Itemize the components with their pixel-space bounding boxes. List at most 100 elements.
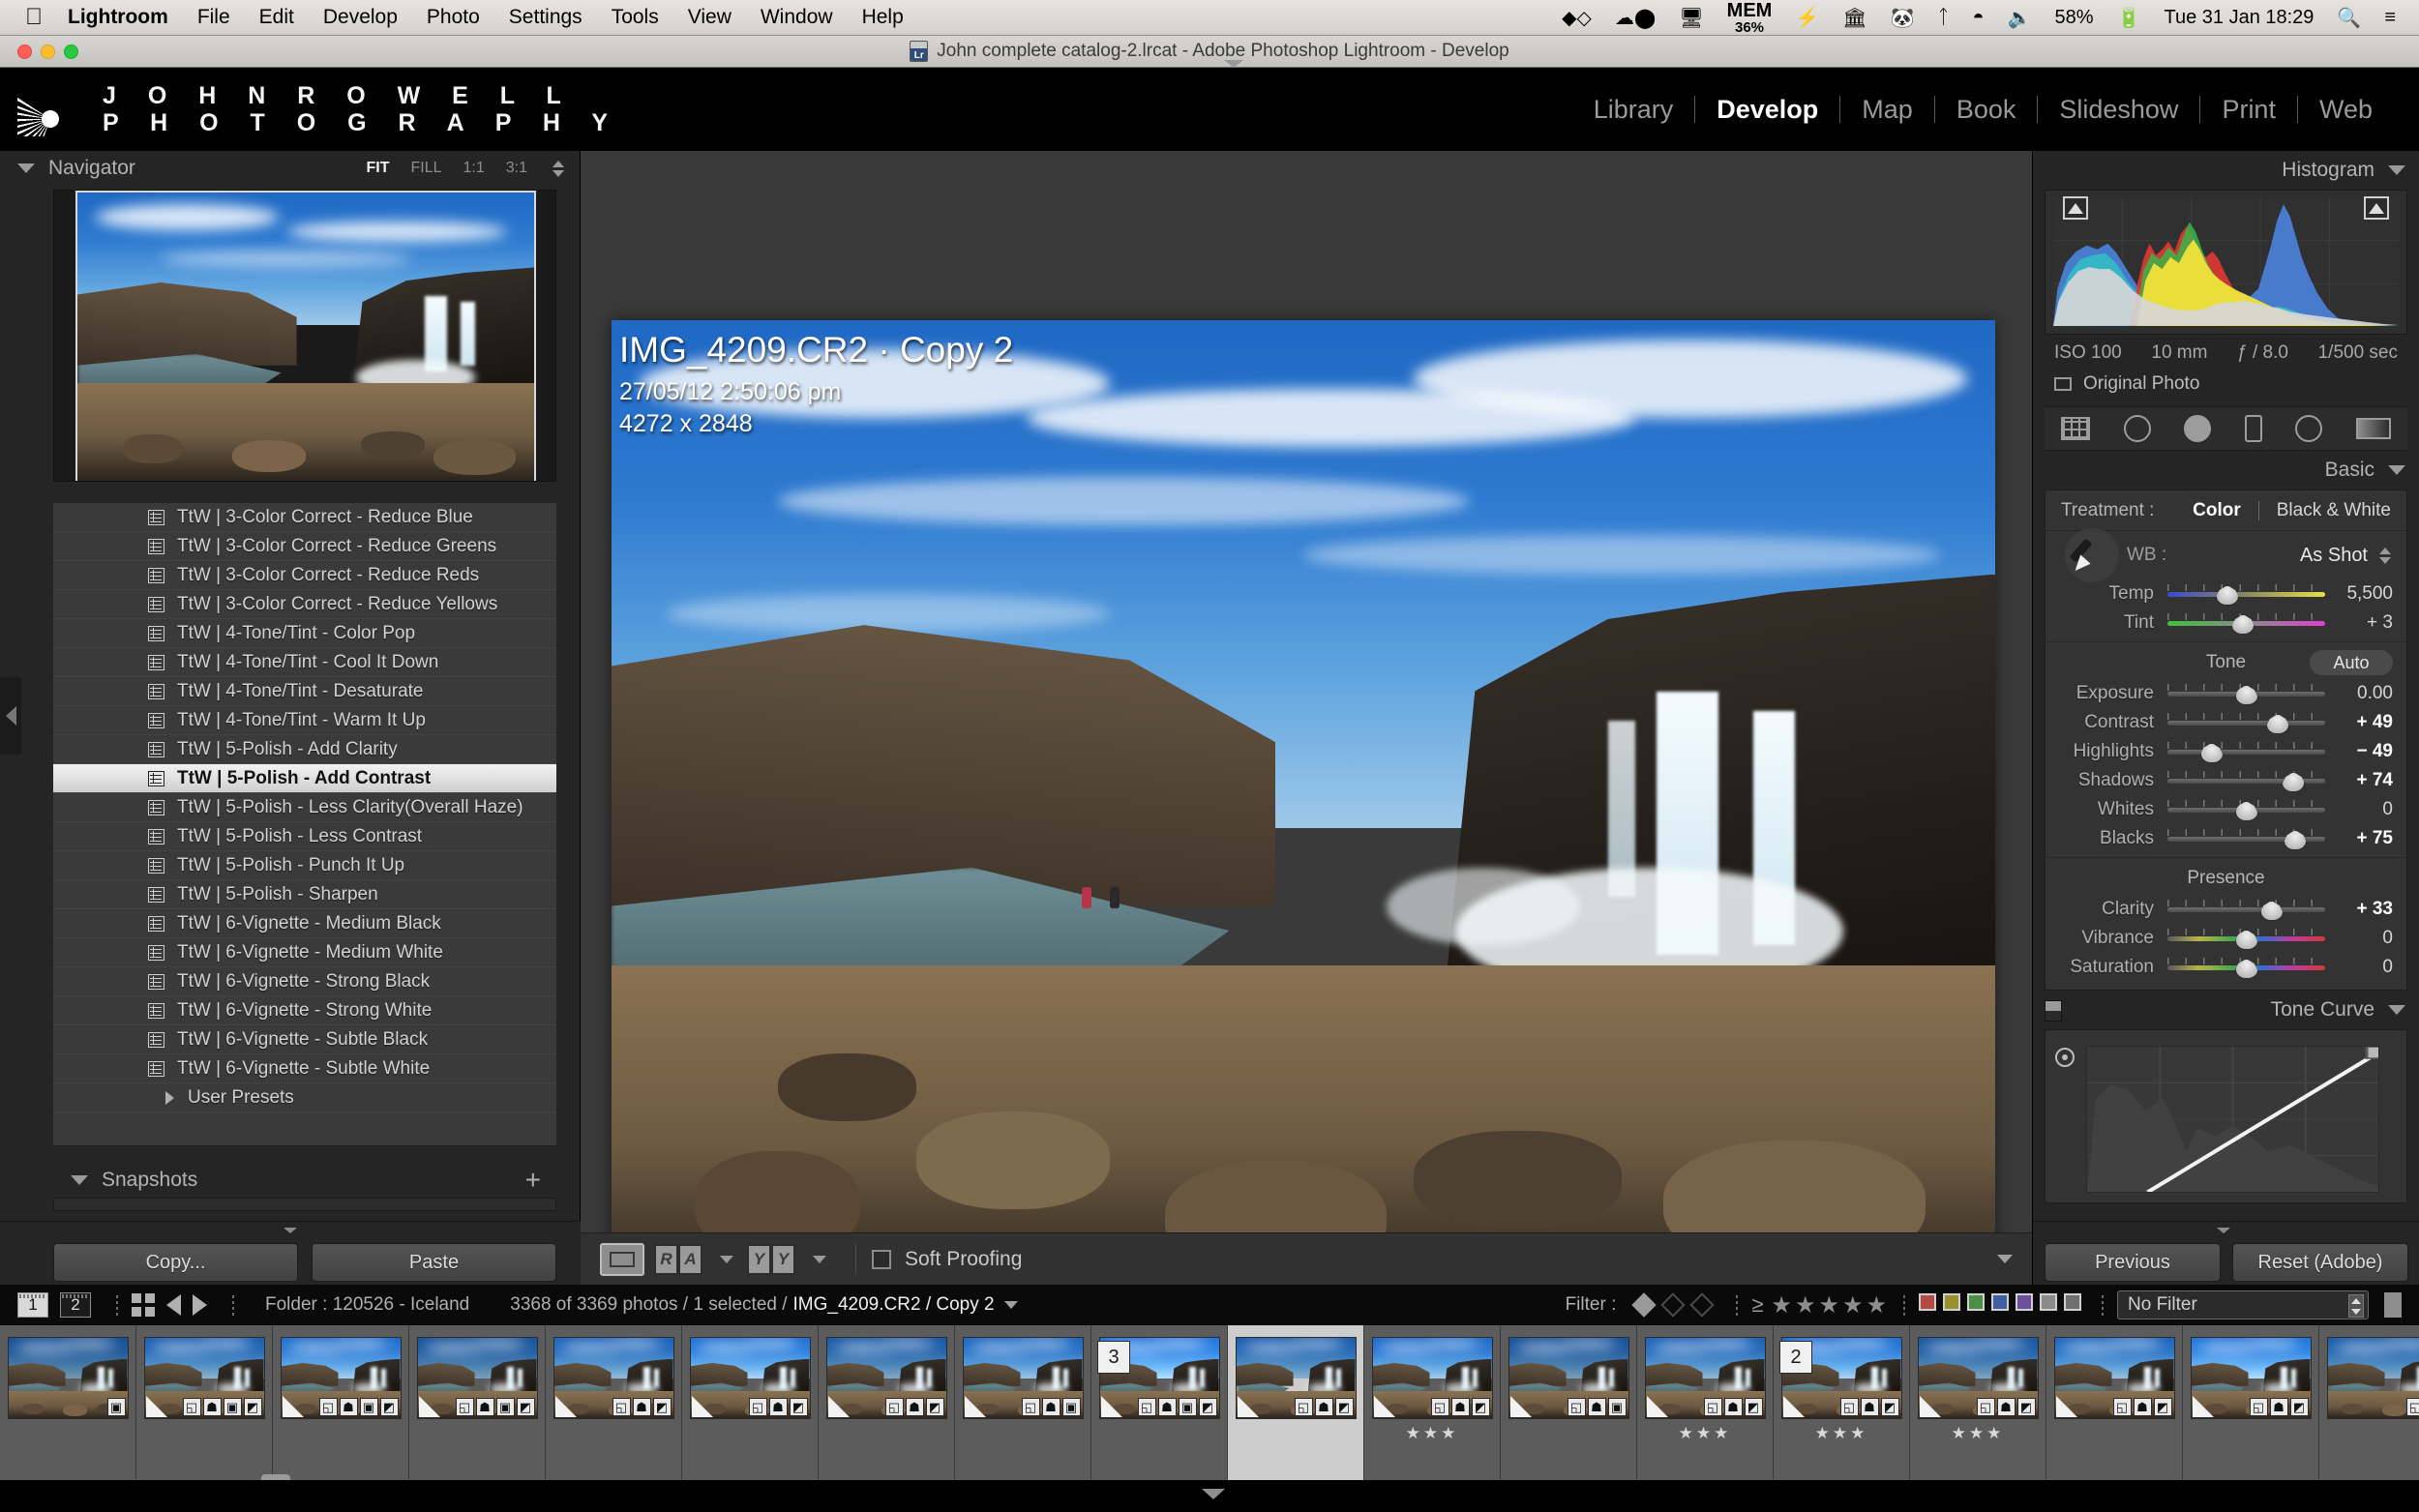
adjust-icon[interactable]: ◩: [1334, 1398, 1354, 1416]
filter-stepper-icon[interactable]: [2348, 1294, 2364, 1318]
thumbnail-rating[interactable]: ★★★: [1679, 1424, 1732, 1443]
crop-icon[interactable]: ◱: [455, 1398, 474, 1416]
slider-value[interactable]: 0: [2325, 957, 2393, 978]
filmstrip-thumbnail[interactable]: ◱ ☗ ◩: [2183, 1325, 2319, 1480]
pin-icon[interactable]: ☗: [1587, 1398, 1606, 1416]
memory-meter-icon[interactable]: MEM 36%: [1727, 1, 1773, 35]
slider-value[interactable]: + 49: [2325, 712, 2393, 733]
reset-button[interactable]: Reset (Adobe): [2232, 1243, 2408, 1282]
preset-row[interactable]: TtW | 6-Vignette - Subtle White: [53, 1054, 556, 1083]
adjust-icon[interactable]: ◩: [925, 1398, 944, 1416]
module-web[interactable]: Web: [2298, 95, 2394, 125]
arrow-left-icon[interactable]: [166, 1294, 181, 1316]
zoom-stepper-icon[interactable]: [552, 160, 564, 177]
before-after-button[interactable]: R A: [654, 1243, 702, 1275]
pin-icon[interactable]: ☗: [1860, 1398, 1879, 1416]
rating-stars[interactable]: ★ ★ ★ ★ ★: [1771, 1291, 1890, 1319]
preset-row[interactable]: TtW | 6-Vignette - Medium White: [53, 938, 556, 967]
menu-item-photo[interactable]: Photo: [427, 6, 480, 29]
slider-row[interactable]: Shadows + 74: [2046, 766, 2406, 795]
filmstrip-thumbnail[interactable]: ◱ ☗ ▣ ◩: [273, 1325, 409, 1480]
filmstrip-thumbnail[interactable]: ◱☗: [2319, 1325, 2419, 1480]
before-after-chevron-down-icon[interactable]: [720, 1255, 733, 1263]
shadow-clipping-icon[interactable]: [2063, 196, 2088, 220]
bolt-icon[interactable]: ⚡: [1795, 6, 1819, 30]
chevron-down-icon[interactable]: [2388, 1005, 2405, 1015]
filmstrip-thumbnail[interactable]: ◱ ☗ ◩: [546, 1325, 682, 1480]
current-photo-chevron-icon[interactable]: [1003, 1301, 1018, 1309]
menu-item-edit[interactable]: Edit: [259, 6, 294, 29]
pin-icon[interactable]: ☗: [1041, 1398, 1060, 1416]
wb-value[interactable]: As Shot: [2300, 545, 2368, 567]
color-label-swatch[interactable]: [1967, 1293, 1985, 1311]
thumbnail-rating[interactable]: ★★★: [1815, 1424, 1868, 1443]
pin-icon[interactable]: ☗: [1723, 1398, 1743, 1416]
graduated-filter-icon[interactable]: [2244, 415, 2262, 442]
slider-value[interactable]: + 33: [2325, 899, 2393, 920]
bluetooth-icon[interactable]: ᛏ: [1938, 7, 1950, 29]
rating-star[interactable]: ★: [1771, 1292, 1792, 1319]
slider-row[interactable]: Clarity + 33: [2046, 895, 2406, 924]
filmstrip-thumbnail[interactable]: ◱ ☗ ▣: [1501, 1325, 1637, 1480]
preset-row[interactable]: TtW | 5-Polish - Less Contrast: [53, 822, 556, 851]
plus-icon[interactable]: +: [525, 1167, 541, 1194]
zoom-1-1-button[interactable]: 1:1: [463, 160, 485, 177]
preset-row[interactable]: TtW | 6-Vignette - Strong Black: [53, 967, 556, 996]
adjust-icon[interactable]: ◩: [789, 1398, 808, 1416]
color-label-swatch[interactable]: [1991, 1293, 2009, 1311]
rating-operator[interactable]: ≥: [1751, 1292, 1763, 1318]
compare-view-button[interactable]: Y Y: [747, 1243, 795, 1275]
adjust-icon[interactable]: ◩: [2153, 1398, 2172, 1416]
filter-enable-toggle[interactable]: [2384, 1292, 2402, 1318]
crop-icon[interactable]: ◱: [1137, 1398, 1156, 1416]
chevron-right-icon[interactable]: [165, 1090, 174, 1105]
compare-chevron-down-icon[interactable]: [813, 1255, 826, 1263]
adjust-icon[interactable]: ◩: [2016, 1398, 2036, 1416]
preset-row[interactable]: TtW | 3-Color Correct - Reduce Blue: [53, 503, 556, 532]
color-label-swatch[interactable]: [2064, 1293, 2081, 1311]
paste-settings-button[interactable]: Paste: [312, 1243, 556, 1282]
slider-value[interactable]: + 74: [2325, 770, 2393, 791]
bank-icon[interactable]: 🏛: [1842, 6, 1867, 30]
slider-value[interactable]: 0: [2325, 799, 2393, 820]
red-eye-icon[interactable]: [2184, 415, 2212, 442]
arrow-right-icon[interactable]: [193, 1294, 207, 1316]
histogram-graph[interactable]: [2053, 198, 2399, 326]
pin-icon[interactable]: ☗: [1450, 1398, 1470, 1416]
adjust-icon[interactable]: ◩: [1744, 1398, 1763, 1416]
stack-icon[interactable]: ▣: [495, 1398, 515, 1416]
thumbnail-rating[interactable]: ★★★: [1406, 1424, 1459, 1443]
crop-icon[interactable]: ◱: [1294, 1398, 1313, 1416]
pin-icon[interactable]: ☗: [2269, 1398, 2288, 1416]
slider-row[interactable]: Temp 5,500: [2046, 579, 2406, 608]
chevron-down-icon[interactable]: [2388, 465, 2405, 475]
stack-icon[interactable]: ▣: [1607, 1398, 1627, 1416]
zoom-fill-button[interactable]: FILL: [410, 160, 441, 177]
pin-icon[interactable]: ☗: [632, 1398, 651, 1416]
filmstrip-thumbnail[interactable]: ◱ ☗ ▣: [955, 1325, 1091, 1480]
pin-icon[interactable]: ☗: [202, 1398, 222, 1416]
soft-proofing-checkbox[interactable]: [872, 1249, 891, 1269]
eyedropper-icon[interactable]: [2065, 528, 2119, 582]
slider-value[interactable]: 0: [2325, 928, 2393, 949]
left-panel-toggle-arrow[interactable]: [0, 677, 21, 755]
preset-row[interactable]: TtW | 6-Vignette - Medium Black: [53, 909, 556, 938]
slider-track[interactable]: [2167, 584, 2325, 606]
pin-icon[interactable]: ☗: [768, 1398, 788, 1416]
crop-icon[interactable]: ◱: [884, 1398, 904, 1416]
loupe-view-icon[interactable]: [600, 1242, 644, 1276]
slider-track[interactable]: [2167, 900, 2325, 921]
module-book[interactable]: Book: [1935, 95, 2038, 125]
tone-curve-header[interactable]: Tone Curve: [2033, 991, 2419, 1029]
adjust-icon[interactable]: ◩: [1198, 1398, 1217, 1416]
adjust-icon[interactable]: ◩: [1471, 1398, 1490, 1416]
pin-icon[interactable]: ☗: [2133, 1398, 2152, 1416]
slider-track[interactable]: [2167, 771, 2325, 792]
slider-row[interactable]: Whites 0: [2046, 795, 2406, 824]
adjust-icon[interactable]: ◩: [2289, 1398, 2309, 1416]
slider-track[interactable]: [2167, 829, 2325, 850]
menu-item-lightroom[interactable]: Lightroom: [68, 6, 168, 29]
zoom-fit-button[interactable]: FIT: [366, 160, 389, 177]
crop-icon[interactable]: ◱: [1839, 1398, 1859, 1416]
wifi-icon[interactable]: ◓: [1973, 7, 1985, 29]
